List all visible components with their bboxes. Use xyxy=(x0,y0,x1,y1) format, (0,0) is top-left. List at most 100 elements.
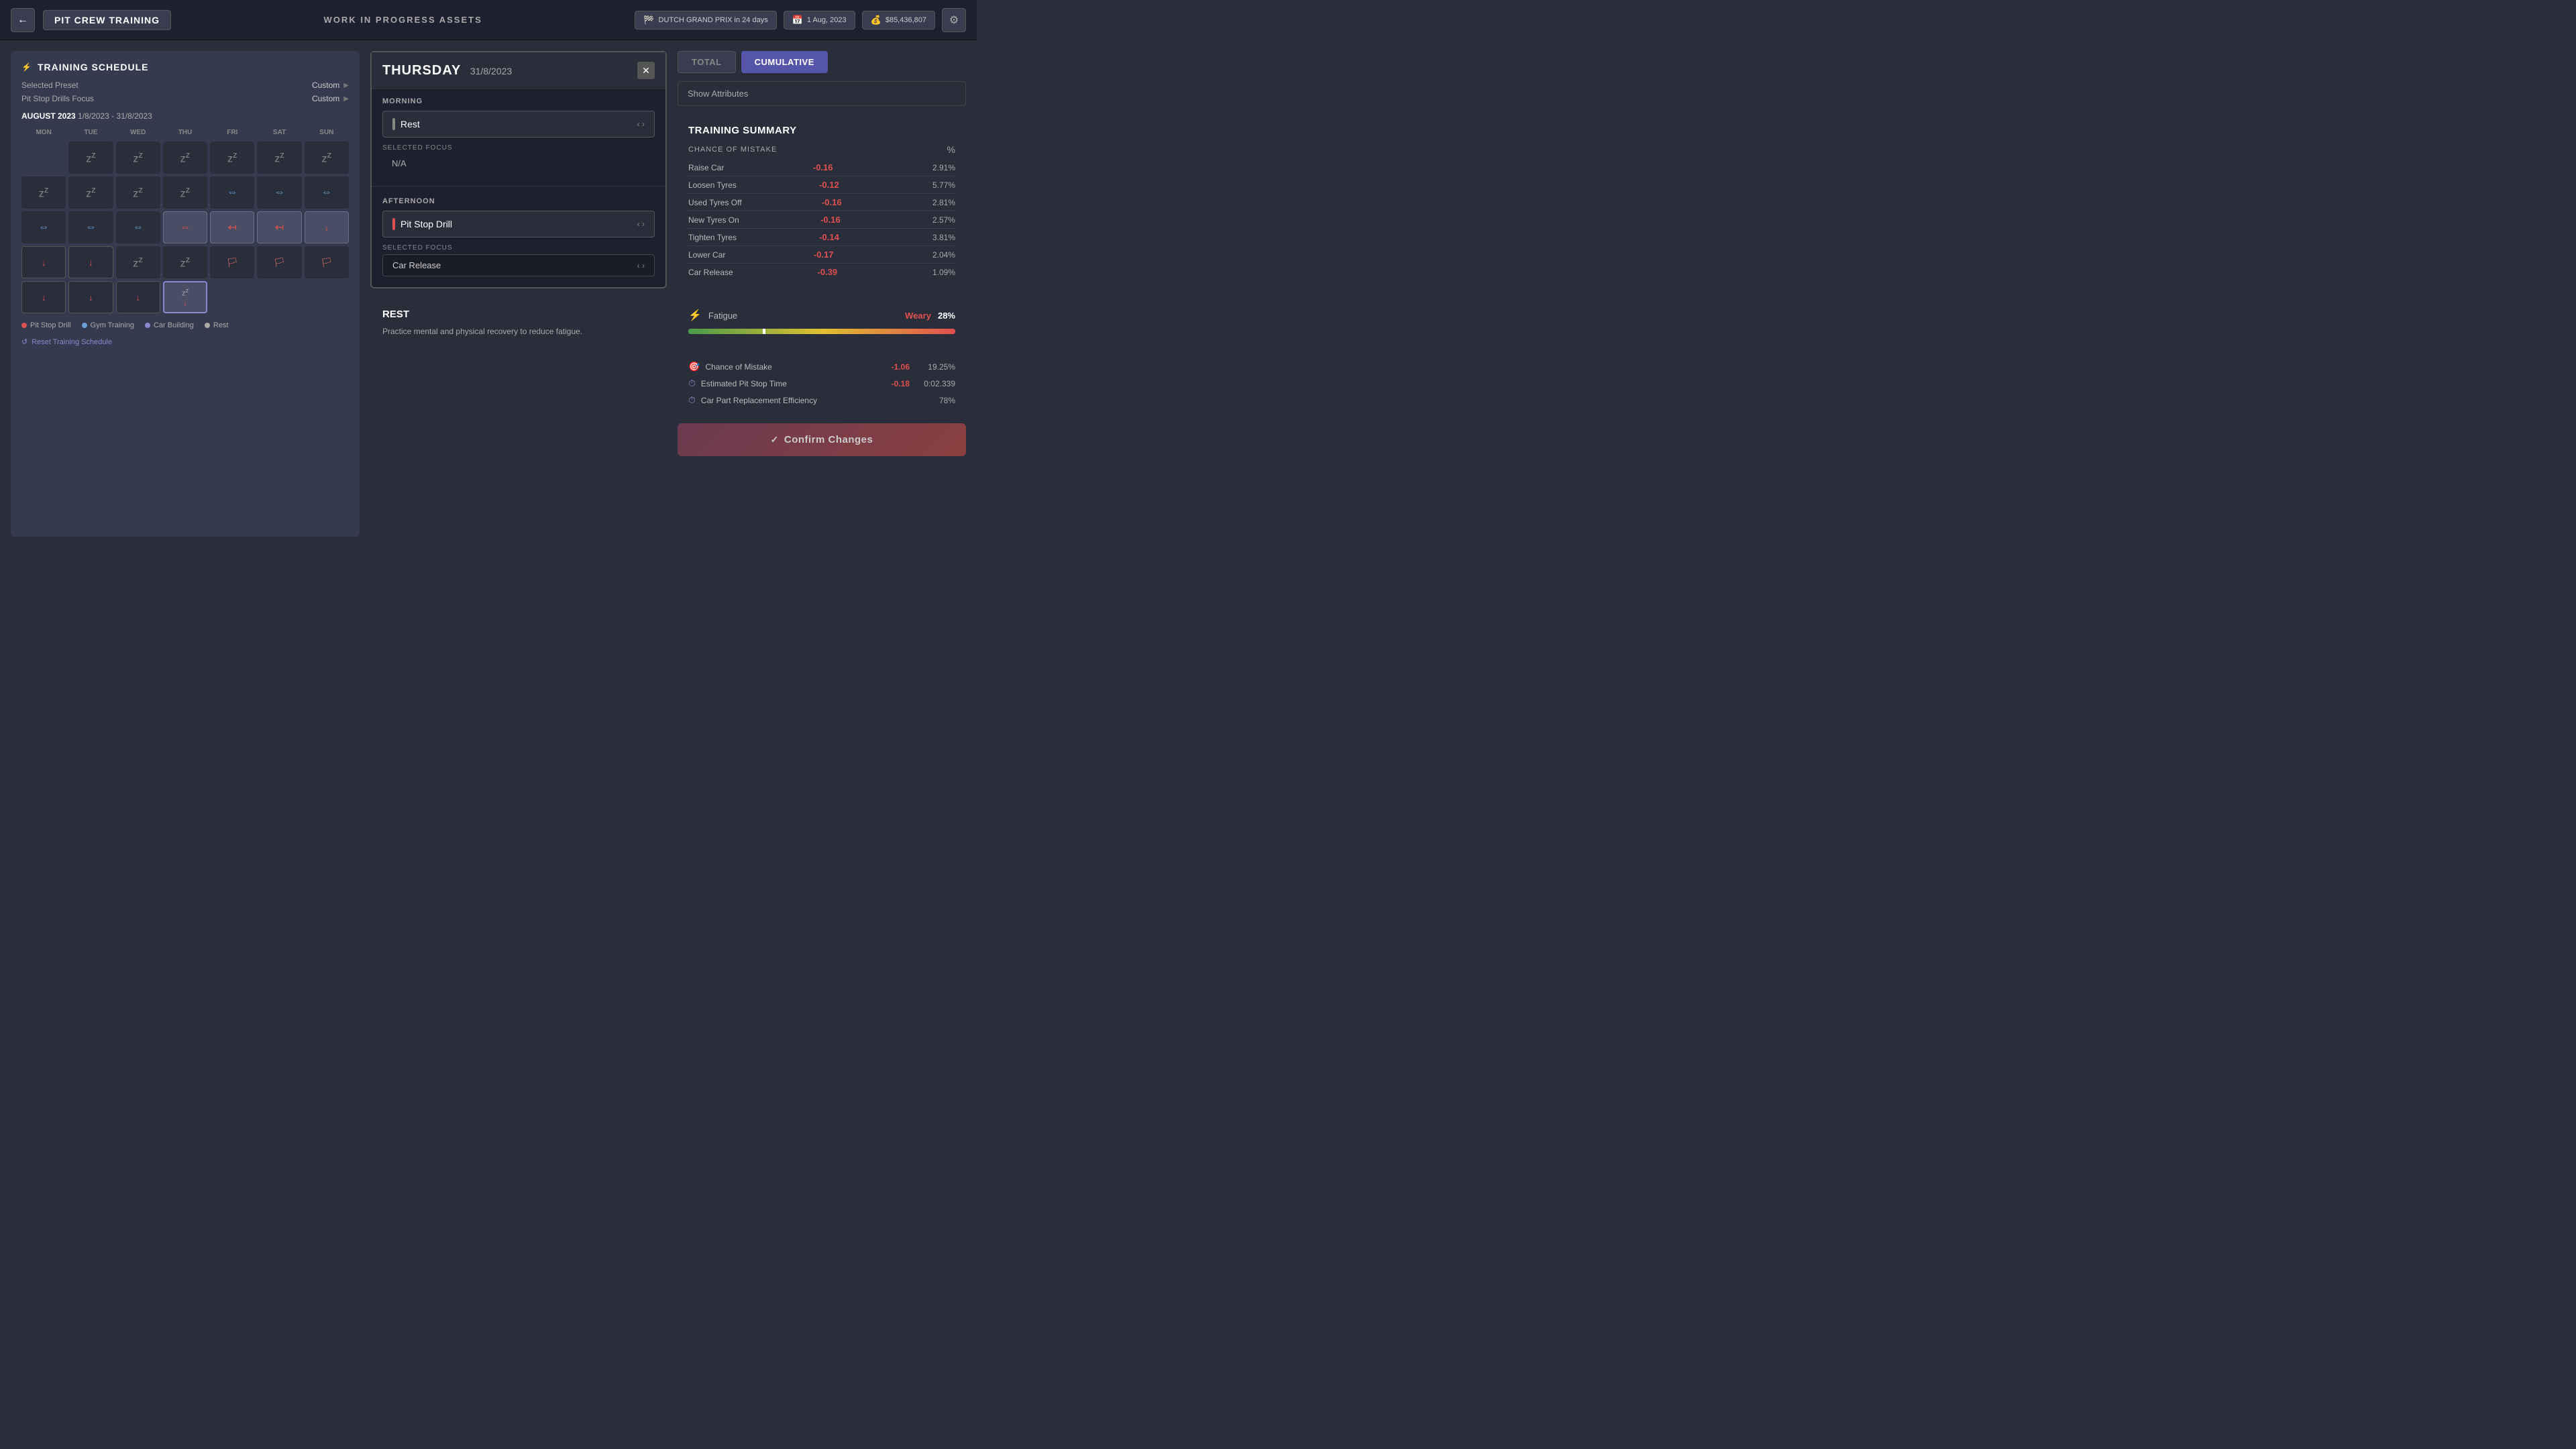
cal-cell-wed-4[interactable]: zz xyxy=(116,246,160,278)
cal-cell-tue-2[interactable]: zz xyxy=(68,176,113,209)
fatigue-row: ⚡ Fatigue Weary 28% xyxy=(688,309,955,322)
preset-value-2[interactable]: Custom ▶ xyxy=(312,94,349,103)
preset-arrow-2: ▶ xyxy=(343,95,349,103)
day-header-thu: THU xyxy=(163,126,207,139)
morning-session-name: Rest xyxy=(392,118,420,130)
cal-empty-3 xyxy=(257,281,301,313)
settings-button[interactable]: ⚙ xyxy=(942,8,966,32)
morning-session-selector[interactable]: Rest ‹ › xyxy=(382,111,655,138)
day-popup: THURSDAY 31/8/2023 ✕ MORNING Rest ‹ › SE… xyxy=(370,51,667,288)
cal-cell-thu-4[interactable]: zz xyxy=(163,246,207,278)
legend-dot-car xyxy=(145,323,150,328)
cal-cell-sat-2[interactable]: ⇔ xyxy=(257,176,301,209)
cal-cell-mon-2[interactable]: zz xyxy=(21,176,66,209)
training-schedule-panel: ⚡ TRAINING SCHEDULE Selected Preset Cust… xyxy=(11,51,360,537)
metric-pit-stop-time: ⏱ Estimated Pit Stop Time -0.18 0:02.339 xyxy=(688,378,955,389)
cal-cell-wed-1[interactable]: zz xyxy=(116,142,160,174)
focus-arrows: ‹ › xyxy=(637,261,645,270)
morning-section: MORNING Rest ‹ › SELECTED FOCUS N/A xyxy=(372,89,665,183)
cal-cell-mon-5[interactable]: ↓ xyxy=(21,281,66,313)
cal-empty-4 xyxy=(305,281,349,313)
legend-gym: Gym Training xyxy=(82,321,134,329)
afternoon-focus-row: SELECTED FOCUS Car Release ‹ › xyxy=(382,244,655,276)
flag-icon: 🏁 xyxy=(643,15,654,25)
morning-focus-row: SELECTED FOCUS N/A xyxy=(382,144,655,172)
date-chip[interactable]: 📅 1 Aug, 2023 xyxy=(784,11,855,30)
confirm-icon: ✓ xyxy=(771,434,779,445)
tab-row: TOTAL CUMULATIVE xyxy=(678,51,966,73)
cal-cell-mon-3[interactable]: ⇔ xyxy=(21,211,66,244)
cal-cell-sat-3[interactable]: ↤ xyxy=(257,211,301,244)
topbar: ← PIT CREW TRAINING WORK IN PROGRESS ASS… xyxy=(0,0,977,40)
fatigue-bar-fill xyxy=(688,329,955,334)
middle-panel: THURSDAY 31/8/2023 ✕ MORNING Rest ‹ › SE… xyxy=(370,51,667,537)
schedule-icon: ⚡ xyxy=(21,62,32,72)
morning-arrows: ‹ › xyxy=(637,119,645,129)
back-button[interactable]: ← xyxy=(11,8,35,32)
cal-cell-tue-5[interactable]: ↓ xyxy=(68,281,113,313)
cal-cell-fri-3[interactable]: ↤ xyxy=(210,211,254,244)
summary-row-used-tyres-off: Used Tyres Off -0.16 2.81% xyxy=(688,194,955,211)
money-chip[interactable]: 💰 $85,436,807 xyxy=(862,11,935,30)
close-popup-button[interactable]: ✕ xyxy=(637,62,655,79)
calendar-icon: 📅 xyxy=(792,15,803,25)
percent-icon: % xyxy=(947,144,955,155)
cal-cell-tue-4[interactable]: ↓ xyxy=(68,246,113,278)
legend-pit: Pit Stop Drill xyxy=(21,321,71,329)
cal-cell-fri-1[interactable]: zz xyxy=(210,142,254,174)
cal-cell-sat-1[interactable]: zz xyxy=(257,142,301,174)
cal-cell-thu-1[interactable]: zz xyxy=(163,142,207,174)
cal-cell-fri-2[interactable]: ⇔ xyxy=(210,176,254,209)
cal-empty-2 xyxy=(210,281,254,313)
metric-chance-of-mistake: 🎯 Chance of Mistake -1.06 19.25% xyxy=(688,361,955,372)
day-header-mon: MON xyxy=(21,126,66,139)
cal-cell-sun-2[interactable]: ⇔ xyxy=(305,176,349,209)
cal-cell-thu-5-today[interactable]: zz ↓ xyxy=(163,281,207,313)
calendar-grid: MON TUE WED THU FRI SAT SUN zz zz zz zz … xyxy=(21,126,349,313)
summary-col-header: CHANCE OF MISTAKE % xyxy=(688,144,955,155)
cal-cell-wed-5[interactable]: ↓ xyxy=(116,281,160,313)
cal-cell-thu-3[interactable]: ⇔ xyxy=(163,211,207,244)
day-popup-title-row: THURSDAY 31/8/2023 xyxy=(382,63,512,78)
tab-cumulative[interactable]: CUMULATIVE xyxy=(741,51,828,73)
reset-schedule-button[interactable]: ↺ Reset Training Schedule xyxy=(21,337,349,346)
afternoon-bar xyxy=(392,218,395,230)
legend-dot-rest xyxy=(205,323,210,328)
tab-total[interactable]: TOTAL xyxy=(678,51,736,73)
cal-cell-sat-4[interactable]: 🏳 xyxy=(257,246,301,278)
cal-cell-wed-2[interactable]: zz xyxy=(116,176,160,209)
preset-row-1: Selected Preset Custom ▶ xyxy=(21,80,349,90)
cal-cell-sun-1[interactable]: zz xyxy=(305,142,349,174)
cal-cell-wed-3[interactable]: ⇔ xyxy=(116,211,160,244)
cal-cell-tue-1[interactable]: zz xyxy=(68,142,113,174)
day-header-tue: TUE xyxy=(68,126,113,139)
summary-row-raise-car: Raise Car -0.16 2.91% xyxy=(688,159,955,176)
legend-rest: Rest xyxy=(205,321,229,329)
cal-cell-thu-2[interactable]: zz xyxy=(163,176,207,209)
day-popup-header: THURSDAY 31/8/2023 ✕ xyxy=(372,52,665,89)
fatigue-bar-background xyxy=(688,329,955,334)
training-summary-box: TRAINING SUMMARY CHANCE OF MISTAKE % Rai… xyxy=(678,114,966,291)
afternoon-session-selector[interactable]: Pit Stop Drill ‹ › xyxy=(382,211,655,237)
main-content: ⚡ TRAINING SCHEDULE Selected Preset Cust… xyxy=(0,40,977,547)
afternoon-focus-selector[interactable]: Car Release ‹ › xyxy=(382,254,655,276)
cal-cell-sun-3[interactable]: ↓ xyxy=(305,211,349,244)
preset-row-2: Pit Stop Drills Focus Custom ▶ xyxy=(21,94,349,103)
confirm-changes-button[interactable]: ✓ Confirm Changes xyxy=(678,423,966,456)
cal-cell-mon-4[interactable]: ↓ xyxy=(21,246,66,278)
race-chip[interactable]: 🏁 DUTCH GRAND PRIX in 24 days xyxy=(635,11,776,30)
schedule-panel-title: ⚡ TRAINING SCHEDULE xyxy=(21,62,349,72)
cal-cell-tue-3[interactable]: ⇔ xyxy=(68,211,113,244)
time-icon: ⏱ xyxy=(688,378,696,389)
cal-cell-fri-4[interactable]: 🏳 xyxy=(210,246,254,278)
morning-bar xyxy=(392,118,395,130)
summary-row-lower-car: Lower Car -0.17 2.04% xyxy=(688,246,955,264)
fatigue-bar-marker xyxy=(763,329,765,334)
show-attributes-button[interactable]: Show Attributes xyxy=(678,81,966,106)
preset-value-1[interactable]: Custom ▶ xyxy=(312,80,349,90)
legend-dot-gym xyxy=(82,323,87,328)
legend-dot-pit xyxy=(21,323,27,328)
summary-row-loosen-tyres: Loosen Tyres -0.12 5.77% xyxy=(688,176,955,194)
cal-cell-sun-4[interactable]: 🏳 xyxy=(305,246,349,278)
preset-arrow-1: ▶ xyxy=(343,82,349,89)
